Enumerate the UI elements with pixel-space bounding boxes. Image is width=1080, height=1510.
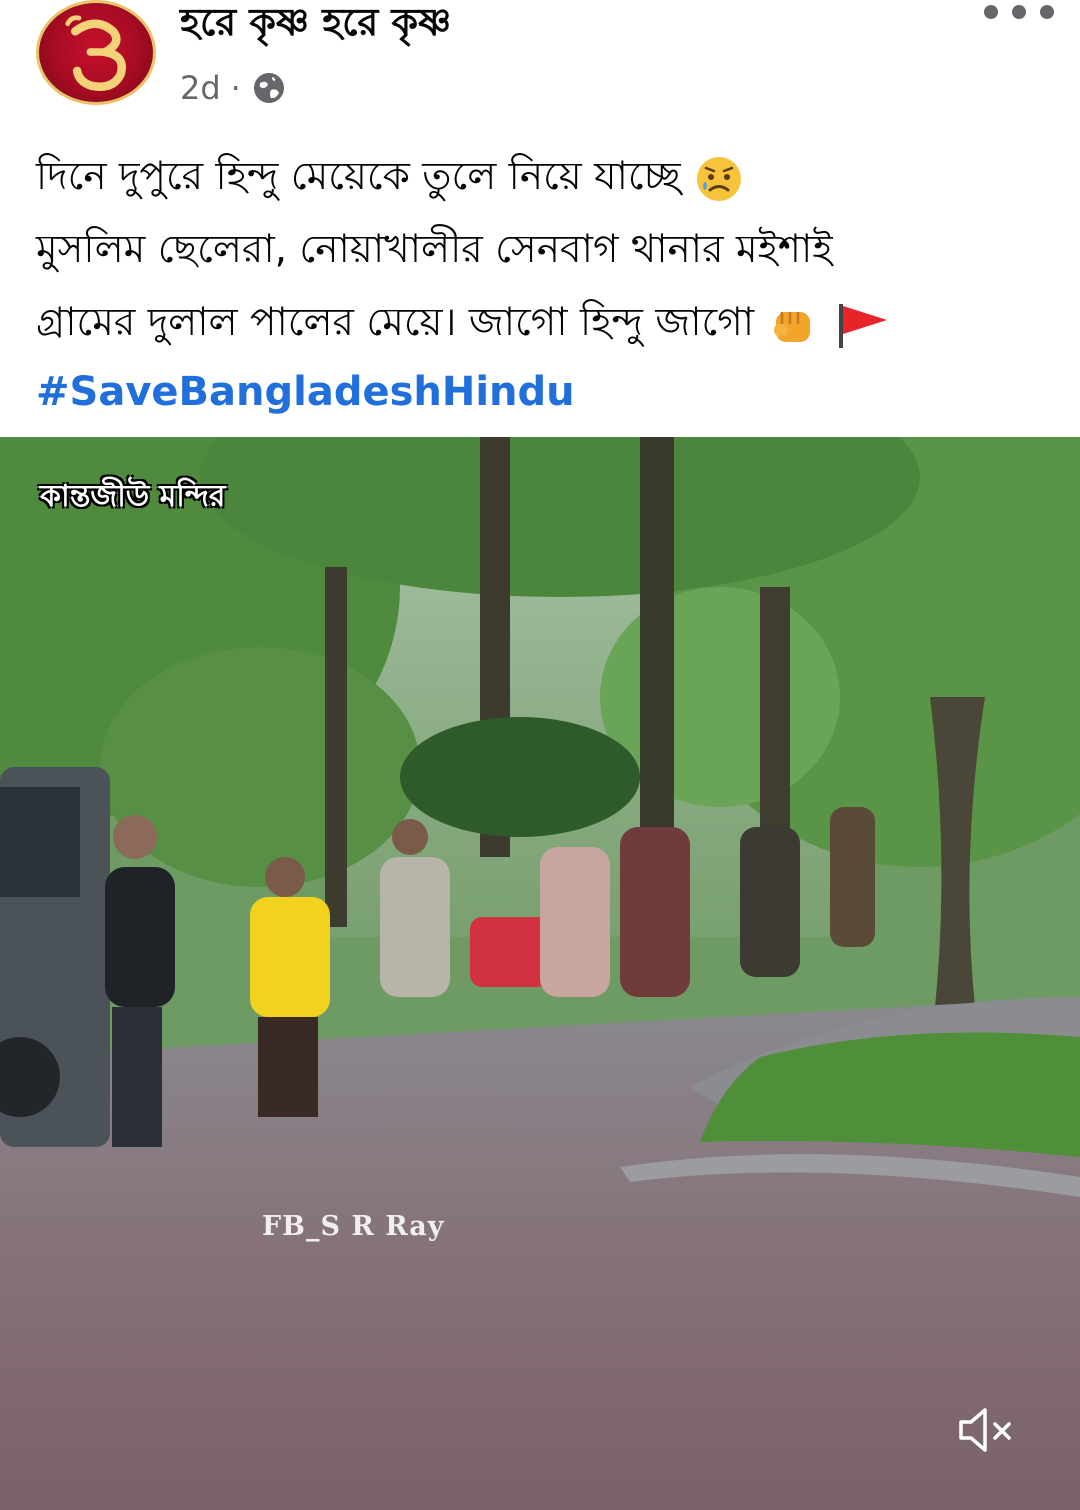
more-dots-icon xyxy=(984,5,998,19)
post-header: হরে কৃষ্ণ হরে কৃষ্ণ 2d · xyxy=(0,0,1080,120)
video-frame xyxy=(0,437,1080,1510)
sad-face-emoji xyxy=(696,156,741,201)
post-time[interactable]: 2d xyxy=(180,69,221,107)
globe-icon xyxy=(253,73,284,103)
more-options-button[interactable] xyxy=(984,2,1054,22)
hashtag-link[interactable]: #SaveBangladeshHindu xyxy=(36,359,1056,425)
raised-fist-emoji xyxy=(774,311,811,342)
more-dots-icon xyxy=(1040,5,1054,19)
video-caption: কান্তজীউ মন্দির xyxy=(40,479,226,514)
post-text: দিনে দুপুরে হিন্দু মেয়েকে তুলে নিয়ে যা… xyxy=(36,140,1056,425)
video-watermark: FB_S R Ray xyxy=(262,1211,445,1242)
post-text-line-1: দিনে দুপুরে হিন্দু মেয়েকে তুলে নিয়ে যা… xyxy=(36,154,681,199)
more-dots-icon xyxy=(1012,5,1026,19)
speaker-muted-icon[interactable] xyxy=(955,1402,1019,1458)
video-player[interactable]: কান্তজীউ মন্দির FB_S R Ray xyxy=(0,437,1080,1510)
post-text-line-3: গ্রামের দুলাল পালের মেয়ে। জাগো হিন্দু জ… xyxy=(36,300,755,345)
meta-separator: · xyxy=(230,69,241,107)
post-meta: 2d · xyxy=(180,66,287,110)
post-text-line: দিনে দুপুরে হিন্দু মেয়েকে তুলে নিয়ে যা… xyxy=(36,140,1056,213)
page-avatar[interactable] xyxy=(36,0,156,105)
post-text-line: মুসলিম ছেলেরা, নোয়াখালীর সেনবাগ থানার ম… xyxy=(36,227,833,272)
red-flag-emoji xyxy=(838,303,887,348)
om-logo-icon xyxy=(65,15,126,91)
post-text-line: গ্রামের দুলাল পালের মেয়ে। জাগো হিন্দু জ… xyxy=(36,286,1056,359)
page-name[interactable]: হরে কৃষ্ণ হরে কৃষ্ণ xyxy=(180,0,451,44)
